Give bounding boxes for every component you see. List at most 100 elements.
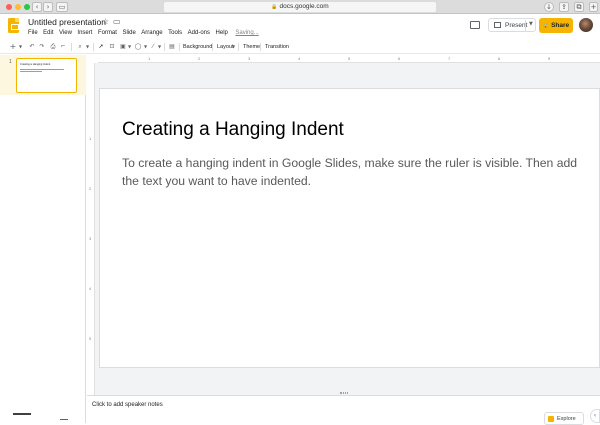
ruler-number: 2 bbox=[198, 56, 201, 61]
ruler-number: 7 bbox=[448, 56, 451, 61]
menu-insert[interactable]: Insert bbox=[77, 29, 92, 38]
chevron-left-icon[interactable]: ‹ bbox=[590, 409, 600, 423]
grid-view-icon[interactable] bbox=[60, 419, 68, 423]
line-icon[interactable]: ⁄ bbox=[149, 42, 157, 52]
new-slide-icon[interactable]: + bbox=[9, 42, 17, 52]
sidebar-icon[interactable]: ▭ bbox=[56, 2, 68, 12]
editor-canvas: 1 2 3 4 5 6 7 8 9 1 2 3 4 5 Creating a H… bbox=[87, 55, 600, 395]
menu-arrange[interactable]: Arrange bbox=[141, 29, 162, 38]
menu-edit[interactable]: Edit bbox=[43, 29, 53, 38]
explore-label: Explore bbox=[557, 415, 576, 422]
background-button[interactable]: Background bbox=[183, 42, 212, 52]
back-icon[interactable]: ‹ bbox=[32, 2, 42, 12]
ruler-number: 3 bbox=[89, 236, 92, 241]
shape-icon[interactable]: ◯ bbox=[134, 42, 142, 52]
ruler-number: 3 bbox=[248, 56, 251, 61]
filmstrip-view-icon[interactable] bbox=[13, 413, 31, 423]
share-button[interactable]: 🔒 Share bbox=[539, 18, 573, 33]
minimize-window-dot[interactable] bbox=[15, 4, 21, 10]
share-page-icon[interactable]: ⇪ bbox=[559, 2, 569, 12]
image-icon[interactable]: ▣ bbox=[119, 42, 127, 52]
redo-icon[interactable]: ↷ bbox=[38, 42, 46, 52]
notes-resize-handle[interactable] bbox=[340, 392, 348, 394]
slide-canvas[interactable]: Creating a Hanging Indent To create a ha… bbox=[99, 88, 600, 368]
toolbar-divider bbox=[212, 43, 213, 51]
menu-format[interactable]: Format bbox=[98, 29, 117, 38]
toolbar-divider bbox=[71, 43, 72, 51]
lock-icon: 🔒 bbox=[271, 4, 278, 10]
menu-tools[interactable]: Tools bbox=[168, 29, 182, 38]
ruler-number: 1 bbox=[148, 56, 151, 61]
paint-format-icon[interactable]: ⌐ bbox=[59, 42, 67, 52]
menu-bar: File Edit View Insert Format Slide Arran… bbox=[28, 29, 259, 38]
line-caret-icon[interactable]: ▼ bbox=[157, 42, 162, 52]
menu-slide[interactable]: Slide bbox=[122, 29, 135, 38]
toolbar-divider bbox=[260, 43, 261, 51]
menu-file[interactable]: File bbox=[28, 29, 38, 38]
present-icon bbox=[494, 22, 501, 28]
thumbnail-title: Creating a Hanging Indent bbox=[20, 63, 51, 66]
layout-caret-icon[interactable]: ▼ bbox=[231, 42, 236, 52]
document-title[interactable]: Untitled presentation bbox=[28, 17, 106, 27]
ruler-number: 6 bbox=[398, 56, 401, 61]
present-button[interactable]: Present ▼ bbox=[488, 18, 536, 32]
zoom-window-dot[interactable] bbox=[24, 4, 30, 10]
thumbnail-text-line bbox=[20, 69, 64, 70]
menu-addons[interactable]: Add-ons bbox=[188, 29, 210, 38]
chevron-down-icon[interactable]: ▼ bbox=[529, 21, 533, 27]
avatar[interactable] bbox=[579, 18, 593, 32]
comment-history-icon[interactable] bbox=[470, 21, 480, 29]
shape-caret-icon[interactable]: ▼ bbox=[143, 42, 148, 52]
toolbar-divider bbox=[164, 43, 165, 51]
speaker-notes[interactable]: Click to add speaker notes Explore ‹ bbox=[87, 395, 600, 425]
zoom-caret-icon[interactable]: ▼ bbox=[85, 42, 90, 52]
save-status[interactable]: Saving... bbox=[235, 29, 258, 38]
url-text: docs.google.com bbox=[279, 3, 329, 10]
star-icon[interactable]: ☆ bbox=[102, 17, 109, 26]
tabs-icon[interactable]: ⧉ bbox=[574, 2, 584, 12]
horizontal-ruler[interactable]: 1 2 3 4 5 6 7 8 9 bbox=[87, 55, 600, 63]
image-caret-icon[interactable]: ▼ bbox=[127, 42, 132, 52]
slide-title[interactable]: Creating a Hanging Indent bbox=[122, 119, 344, 141]
ruler-number: 8 bbox=[498, 56, 501, 61]
slide-filmstrip: 1 Creating a Hanging Indent bbox=[0, 55, 86, 423]
speaker-notes-placeholder[interactable]: Click to add speaker notes bbox=[92, 402, 163, 408]
thumbnail-text-line bbox=[20, 71, 42, 72]
address-bar[interactable]: 🔒 docs.google.com bbox=[164, 2, 436, 12]
toolbar-divider bbox=[238, 43, 239, 51]
comment-icon[interactable]: ▤ bbox=[168, 42, 176, 52]
toolbar-divider bbox=[93, 43, 94, 51]
ruler-number: 5 bbox=[348, 56, 351, 61]
ruler-number: 5 bbox=[89, 336, 92, 341]
move-folder-icon[interactable]: ▭ bbox=[113, 17, 121, 26]
slides-logo-icon[interactable] bbox=[8, 18, 19, 33]
present-divider bbox=[525, 20, 526, 31]
slide-thumbnail[interactable]: Creating a Hanging Indent bbox=[16, 58, 77, 93]
transition-button[interactable]: Transition bbox=[265, 42, 289, 52]
ruler-number: 2 bbox=[89, 186, 92, 191]
print-icon[interactable]: ⎙ bbox=[49, 42, 57, 52]
menu-view[interactable]: View bbox=[59, 29, 72, 38]
new-tab-icon[interactable]: + bbox=[589, 2, 598, 12]
vertical-ruler[interactable]: 1 2 3 4 5 bbox=[87, 63, 95, 395]
ruler-number: 4 bbox=[89, 286, 92, 291]
explore-icon bbox=[548, 415, 554, 422]
forward-icon[interactable]: › bbox=[43, 2, 53, 12]
slide-number: 1 bbox=[9, 59, 12, 65]
undo-icon[interactable]: ↶ bbox=[28, 42, 36, 52]
new-slide-caret-icon[interactable]: ▼ bbox=[18, 42, 23, 52]
downloads-icon[interactable]: ↓ bbox=[544, 2, 554, 12]
lock-icon: 🔒 bbox=[542, 22, 550, 29]
theme-button[interactable]: Theme bbox=[243, 42, 260, 52]
text-box-icon[interactable]: ⊡ bbox=[108, 42, 116, 52]
explore-button[interactable]: Explore bbox=[544, 412, 584, 425]
browser-toolbar: ‹ › ▭ 🔒 docs.google.com ↓ ⇪ ⧉ + bbox=[0, 0, 600, 14]
select-pointer-icon[interactable]: ➚ bbox=[97, 42, 105, 52]
ruler-number: 1 bbox=[89, 136, 92, 141]
menu-help[interactable]: Help bbox=[216, 29, 228, 38]
zoom-icon[interactable]: ⌕ bbox=[76, 42, 84, 52]
toolbar-divider bbox=[179, 43, 180, 51]
filmstrip-slide-1[interactable]: 1 Creating a Hanging Indent bbox=[0, 55, 86, 95]
slide-body-text[interactable]: To create a hanging indent in Google Sli… bbox=[122, 155, 582, 190]
close-window-dot[interactable] bbox=[6, 4, 12, 10]
